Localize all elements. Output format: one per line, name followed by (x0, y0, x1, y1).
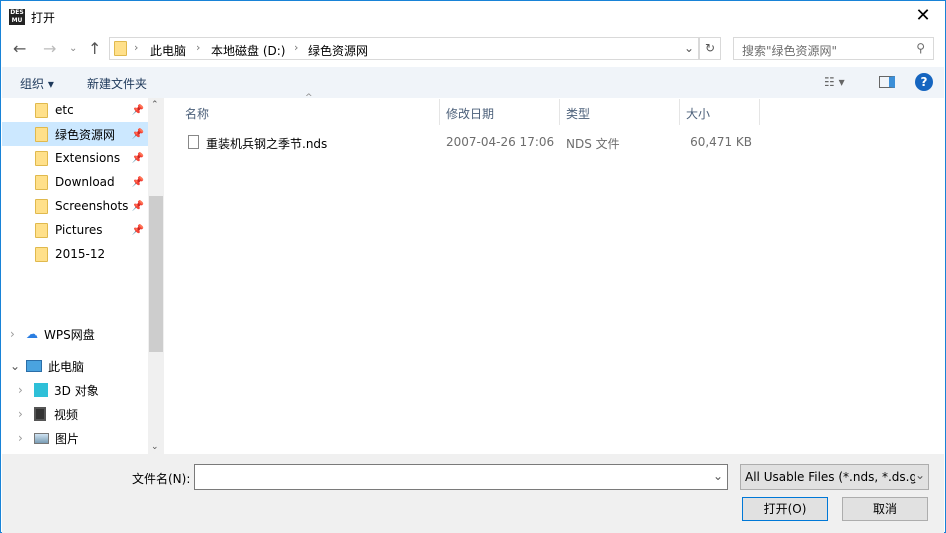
organize-button[interactable]: 组织 ▾ (20, 75, 54, 92)
open-button[interactable]: 打开(O) (742, 497, 828, 521)
sidebar-item-etc[interactable]: etc 📌 (2, 98, 148, 122)
sidebar-item-screenshots[interactable]: Screenshots 📌 (2, 194, 148, 218)
computer-icon (26, 360, 42, 372)
breadcrumb-this-pc[interactable]: 此电脑 (150, 42, 186, 59)
search-icon: ⚲ (916, 41, 925, 55)
cancel-button[interactable]: 取消 (842, 497, 928, 521)
file-icon (188, 135, 199, 149)
open-file-dialog: DES MU 打开 ✕ ← → ⌄ ↑ › 此电脑 › 本地磁盘 (D:) › 绿… (0, 0, 946, 533)
folder-icon (35, 150, 48, 166)
back-button[interactable]: ← (13, 39, 26, 58)
close-button[interactable]: ✕ (911, 5, 935, 26)
column-header-date[interactable]: 修改日期 (440, 99, 560, 125)
toolbar: 组织 ▾ 新建文件夹 ☷ ▾ ? (2, 67, 944, 98)
folder-icon (35, 222, 48, 238)
column-header-name[interactable]: 名称 (178, 99, 440, 125)
file-date: 2007-04-26 17:06 (446, 135, 555, 149)
label: 绿色资源网 (55, 127, 116, 142)
sidebar-item-extensions[interactable]: Extensions 📌 (2, 146, 148, 170)
chevron-right-icon: › (10, 327, 15, 341)
desmume-app-icon: DES MU (9, 9, 25, 25)
sidebar-item-lvse[interactable]: 绿色资源网 📌 (2, 122, 148, 146)
sidebar-item-videos[interactable]: › 视频 (2, 402, 148, 426)
label: 2015-12 (55, 247, 106, 261)
chevron-right-icon: › (18, 431, 23, 445)
window-title: 打开 (31, 11, 56, 25)
sidebar-item-pictures[interactable]: Pictures 📌 (2, 218, 148, 242)
label: 3D 对象 (54, 383, 99, 398)
folder-icon (35, 174, 48, 190)
column-header-size[interactable]: 大小 (680, 99, 760, 125)
address-bar[interactable]: › 此电脑 › 本地磁盘 (D:) › 绿色资源网 ⌄ (109, 37, 699, 60)
breadcrumb-drive-d[interactable]: 本地磁盘 (D:) (211, 42, 285, 59)
view-options-icon[interactable]: ☷ ▾ (824, 75, 845, 89)
label: Download (55, 175, 115, 189)
up-button[interactable]: ↑ (88, 39, 101, 58)
filter-value: All Usable Files (*.nds, *.ds.g (745, 470, 918, 484)
file-row[interactable]: 重装机兵钢之季节.nds 2007-04-26 17:06 NDS 文件 60,… (178, 130, 778, 154)
filename-label: 文件名(N): (132, 472, 191, 486)
label: WPS网盘 (44, 327, 95, 342)
file-name: 重装机兵钢之季节.nds (206, 137, 328, 151)
forward-button[interactable]: → (43, 39, 56, 58)
recent-locations-dropdown[interactable]: ⌄ (69, 43, 77, 54)
sidebar-item-pictures-lib[interactable]: › 图片 (2, 426, 148, 450)
sidebar-item-this-pc[interactable]: ⌄ 此电脑 (2, 354, 148, 378)
navigation-pane: etc 📌 绿色资源网 📌 Extensions 📌 Download 📌 Screen… (2, 98, 148, 454)
column-header-type[interactable]: 类型 (560, 99, 680, 125)
label: Pictures (55, 223, 103, 237)
label: Screenshots (55, 199, 129, 213)
cloud-icon: ☁ (26, 327, 38, 341)
sidebar-item-download[interactable]: Download 📌 (2, 170, 148, 194)
chevron-right-icon: › (18, 383, 23, 397)
file-size: 60,471 KB (690, 135, 752, 149)
chevron-down-icon: ⌄ (10, 359, 21, 373)
sidebar-item-2015-12[interactable]: 2015-12 (2, 242, 148, 266)
pictures-icon (34, 432, 49, 444)
label: Extensions (55, 151, 121, 165)
folder-icon (35, 246, 48, 262)
folder-icon (114, 41, 127, 56)
chevron-down-icon[interactable]: ⌄ (713, 469, 723, 483)
help-icon[interactable]: ? (915, 73, 933, 91)
label: 此电脑 (48, 359, 85, 374)
search-placeholder: 搜索"绿色资源网" (742, 44, 838, 58)
refresh-button[interactable]: ↻ (699, 37, 721, 60)
sidebar-item-wps[interactable]: › ☁ WPS网盘 (2, 322, 148, 346)
chevron-down-icon: ⌄ (914, 468, 925, 482)
label: 图片 (55, 431, 80, 446)
pin-icon: 📌 (131, 104, 144, 116)
file-type: NDS 文件 (566, 137, 620, 151)
search-input[interactable]: 搜索"绿色资源网" ⚲ (733, 37, 934, 60)
breadcrumb-folder[interactable]: 绿色资源网 (308, 42, 368, 59)
filename-input[interactable]: ⌄ (194, 464, 728, 490)
label: etc (55, 103, 74, 117)
file-type-filter[interactable]: All Usable Files (*.nds, *.ds.g ⌄ (740, 464, 929, 490)
pin-icon: 📌 (131, 224, 144, 236)
video-icon (34, 407, 46, 421)
label: 视频 (54, 407, 79, 422)
pin-icon: 📌 (131, 200, 144, 212)
scrollbar-thumb[interactable] (149, 196, 163, 352)
folder-icon (35, 126, 48, 142)
pin-icon: 📌 (131, 176, 144, 188)
title-bar: DES MU 打开 ✕ (1, 1, 945, 33)
chevron-right-icon: › (18, 407, 23, 421)
new-folder-button[interactable]: 新建文件夹 (87, 75, 147, 92)
pin-icon: 📌 (131, 152, 144, 164)
folder-icon (35, 198, 48, 214)
3d-objects-icon (34, 383, 48, 397)
preview-pane-icon[interactable] (879, 76, 895, 88)
sidebar-item-3d[interactable]: › 3D 对象 (2, 378, 148, 402)
address-dropdown-icon[interactable]: ⌄ (684, 41, 694, 55)
folder-icon (35, 102, 48, 118)
pin-icon: 📌 (131, 128, 144, 140)
